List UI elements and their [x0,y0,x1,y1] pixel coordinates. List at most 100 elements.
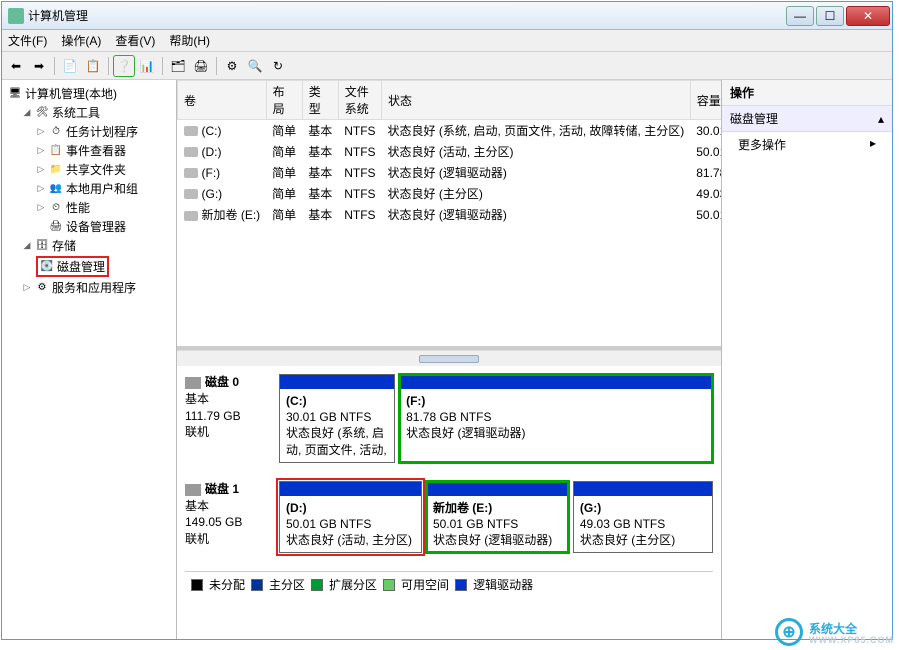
table-row[interactable]: (D:)简单基本NTFS状态良好 (活动, 主分区)50.01 GB [178,141,722,162]
disk-graphic-pane[interactable]: 磁盘 0基本111.79 GB联机(C:)30.01 GB NTFS状态良好 (… [177,366,721,639]
tree-performance[interactable]: ▷⏲性能 [32,198,174,217]
tree-services-apps[interactable]: ▷ ⚙ 服务和应用程序 [18,278,174,297]
horizontal-scrollbar[interactable] [177,350,721,366]
menu-file[interactable]: 文件(F) [8,32,47,49]
col-volume[interactable]: 卷 [178,81,267,120]
volume-icon [184,126,198,136]
tb-icon-2[interactable]: 📋 [83,56,103,76]
computer-icon: 🖥 [8,87,22,101]
table-row[interactable]: 新加卷 (E:)简单基本NTFS状态良好 (逻辑驱动器)50.01 GB [178,204,722,225]
window-root: 计算机管理 — ☐ ✕ 文件(F) 操作(A) 查看(V) 帮助(H) ⬅ ➡ … [1,1,893,640]
expand-icon[interactable]: ▷ [36,126,46,137]
tree-disk-management[interactable]: 💽 磁盘管理 [32,255,174,278]
action-more[interactable]: 更多操作 ▸ [722,132,892,157]
legend-free-swatch [383,579,395,591]
expand-icon[interactable]: ◢ [22,107,32,118]
legend: 未分配 主分区 扩展分区 可用空间 逻辑驱动器 [185,571,713,597]
disk-icon [185,484,201,496]
device-icon: 🖨 [49,220,63,234]
col-layout[interactable]: 布局 [266,81,302,120]
tree-device-manager[interactable]: 🖨设备管理器 [32,217,174,236]
expand-icon[interactable]: ▷ [36,183,46,194]
close-button[interactable]: ✕ [846,6,890,26]
expand-icon[interactable]: ▷ [36,164,46,175]
volume-icon [184,211,198,221]
partition[interactable]: (F:)81.78 GB NTFS状态良好 (逻辑驱动器) [399,374,713,463]
partition-body: (D:)50.01 GB NTFS状态良好 (活动, 主分区) [280,496,421,553]
partition-body: (C:)30.01 GB NTFS状态良好 (系统, 启动, 页面文件, 活动, [280,389,394,462]
chevron-right-icon: ▸ [870,136,876,153]
tb-icon-3[interactable]: 📊 [137,56,157,76]
volume-table: 卷 布局 类型 文件系统 状态 容量 (C:)简单基本NTFS状态良好 (系统,… [177,80,721,225]
users-icon: 👥 [49,182,63,196]
tree-event-viewer[interactable]: ▷📋事件查看器 [32,141,174,160]
mid-pane: 卷 布局 类型 文件系统 状态 容量 (C:)简单基本NTFS状态良好 (系统,… [177,80,722,639]
window-title: 计算机管理 [28,7,88,24]
partition[interactable]: 新加卷 (E:)50.01 GB NTFS状态良好 (逻辑驱动器) [426,481,569,554]
help-icon[interactable]: ❔ [114,56,134,76]
tree-local-users[interactable]: ▷👥本地用户和组 [32,179,174,198]
tree-pane[interactable]: 🖥 计算机管理(本地) ◢ 🛠 系统工具 ▷⏱任务计划程序 ▷📋事件查看器 ▷📁… [2,80,177,639]
expand-icon[interactable]: ▷ [36,202,46,213]
tree-storage[interactable]: ◢ 🗄 存储 [18,236,174,255]
partition-body: 新加卷 (E:)50.01 GB NTFS状态良好 (逻辑驱动器) [427,496,568,553]
partition[interactable]: (C:)30.01 GB NTFS状态良好 (系统, 启动, 页面文件, 活动, [279,374,395,463]
clock-icon: ⏱ [49,125,63,139]
table-row[interactable]: (F:)简单基本NTFS状态良好 (逻辑驱动器)81.78 GB [178,162,722,183]
tb-icon-5[interactable]: 🖨 [191,56,211,76]
tb-icon-7[interactable]: 🔍 [245,56,265,76]
partition-header [574,482,712,496]
partition-header [280,482,421,496]
toolbar: ⬅ ➡ 📄 📋 ❔ 📊 🗂 🖨 ⚙ 🔍 ↻ [2,52,892,80]
tb-icon-6[interactable]: ⚙ [222,56,242,76]
col-status[interactable]: 状态 [382,81,691,120]
expand-icon[interactable]: ▷ [36,145,46,156]
maximize-button[interactable]: ☐ [816,6,844,26]
expand-icon[interactable]: ◢ [22,240,32,251]
menu-help[interactable]: 帮助(H) [169,32,210,49]
event-icon: 📋 [49,144,63,158]
window-buttons: — ☐ ✕ [786,6,892,26]
expand-icon[interactable]: ▷ [22,282,32,293]
back-button[interactable]: ⬅ [6,56,26,76]
volume-icon [184,168,198,178]
partition-header [427,482,568,496]
partition-body: (F:)81.78 GB NTFS状态良好 (逻辑驱动器) [400,389,712,462]
disk-info: 磁盘 1基本149.05 GB联机 [185,481,279,554]
disk-icon: 💽 [40,260,54,274]
disk-partitions: (D:)50.01 GB NTFS状态良好 (活动, 主分区)新加卷 (E:)5… [279,481,713,554]
highlight-box: 💽 磁盘管理 [36,256,109,277]
table-row[interactable]: (C:)简单基本NTFS状态良好 (系统, 启动, 页面文件, 活动, 故障转储… [178,120,722,142]
volume-list[interactable]: 卷 布局 类型 文件系统 状态 容量 (C:)简单基本NTFS状态良好 (系统,… [177,80,721,350]
content-area: 🖥 计算机管理(本地) ◢ 🛠 系统工具 ▷⏱任务计划程序 ▷📋事件查看器 ▷📁… [2,80,892,639]
tb-icon-4[interactable]: 🗂 [168,56,188,76]
actions-header: 操作 [722,80,892,106]
legend-logical-swatch [455,579,467,591]
storage-icon: 🗄 [35,239,49,253]
tb-icon-1[interactable]: 📄 [60,56,80,76]
volume-icon [184,147,198,157]
partition[interactable]: (D:)50.01 GB NTFS状态良好 (活动, 主分区) [279,481,422,554]
collapse-icon[interactable]: ▴ [878,112,884,126]
tree-shared-folders[interactable]: ▷📁共享文件夹 [32,160,174,179]
menu-action[interactable]: 操作(A) [61,32,101,49]
disk-row: 磁盘 1基本149.05 GB联机(D:)50.01 GB NTFS状态良好 (… [185,481,713,554]
partition[interactable]: (G:)49.03 GB NTFS状态良好 (主分区) [573,481,713,554]
col-type[interactable]: 类型 [302,81,338,120]
actions-section[interactable]: 磁盘管理 ▴ [722,106,892,132]
disk-info: 磁盘 0基本111.79 GB联机 [185,374,279,463]
titlebar: 计算机管理 — ☐ ✕ [2,2,892,30]
table-row[interactable]: (G:)简单基本NTFS状态良好 (主分区)49.03 GB [178,183,722,204]
tree-task-scheduler[interactable]: ▷⏱任务计划程序 [32,122,174,141]
partition-body: (G:)49.03 GB NTFS状态良好 (主分区) [574,496,712,553]
tree-system-tools[interactable]: ◢ 🛠 系统工具 [18,103,174,122]
col-fs[interactable]: 文件系统 [338,81,381,120]
minimize-button[interactable]: — [786,6,814,26]
folder-icon: 📁 [49,163,63,177]
col-capacity[interactable]: 容量 [690,81,721,120]
forward-button[interactable]: ➡ [29,56,49,76]
table-header-row: 卷 布局 类型 文件系统 状态 容量 [178,81,722,120]
tree-root[interactable]: 🖥 计算机管理(本地) [4,84,174,103]
menu-view[interactable]: 查看(V) [115,32,155,49]
tb-icon-8[interactable]: ↻ [268,56,288,76]
